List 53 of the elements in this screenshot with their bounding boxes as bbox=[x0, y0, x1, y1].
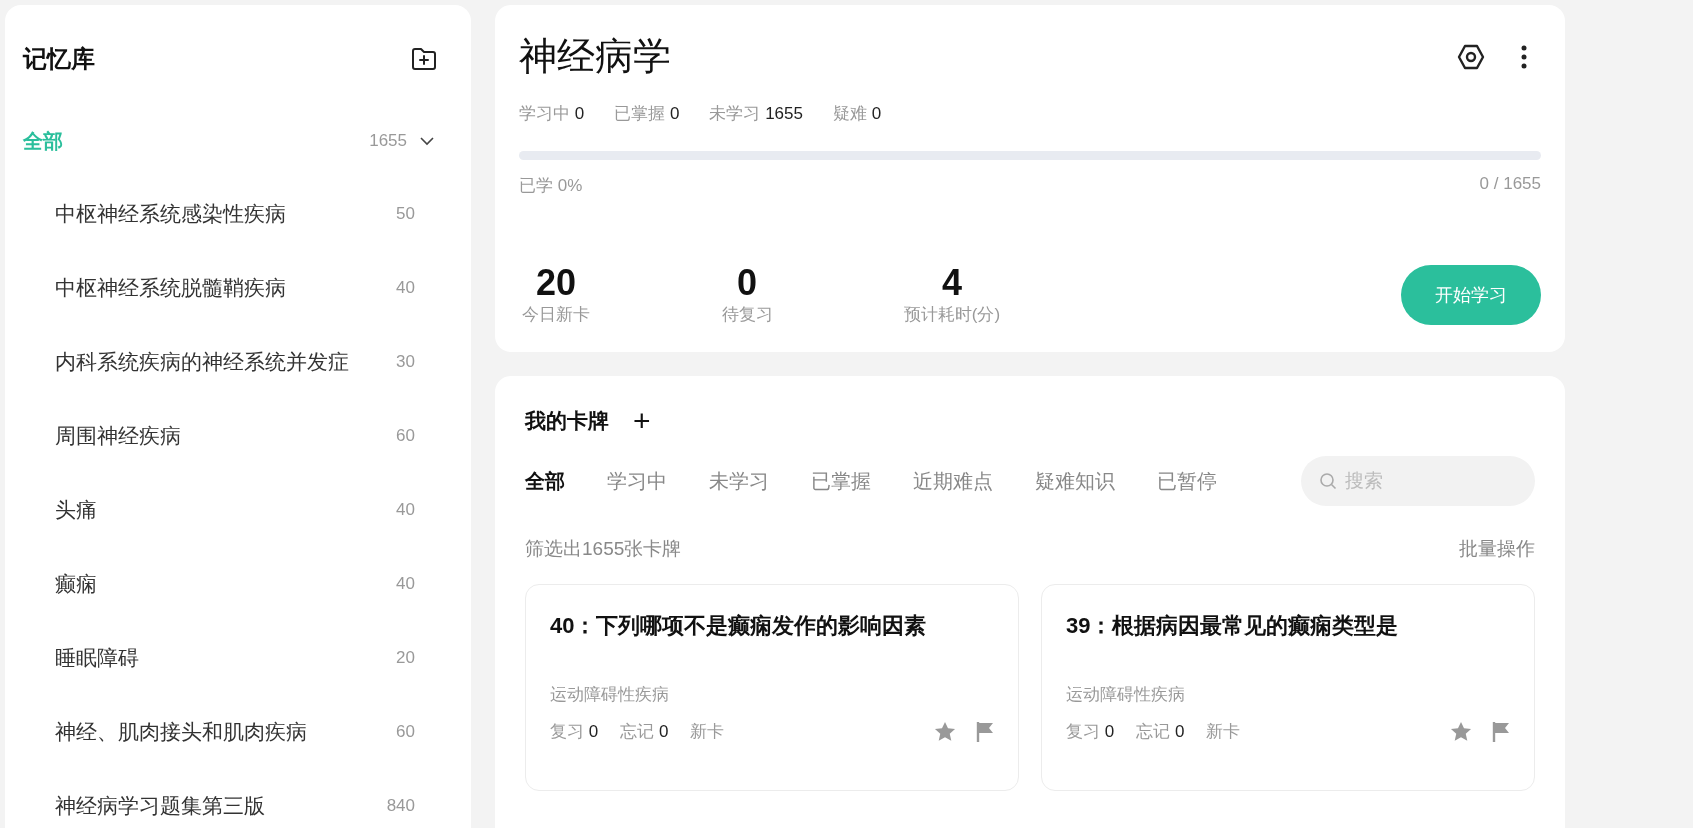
category-item[interactable]: 中枢神经系统感染性疾病 50 bbox=[5, 177, 471, 251]
card-status: 新卡 bbox=[690, 721, 725, 743]
filter-count: 筛选出1655张卡牌 bbox=[525, 537, 682, 561]
question-card[interactable]: 39：根据病因最常见的癫痫类型是 运动障碍性疾病 复习 0 忘记 0 新卡 bbox=[1041, 584, 1535, 791]
card-title: 40：下列哪项不是癫痫发作的影响因素 bbox=[550, 612, 928, 640]
forget-count: 忘记 0 bbox=[1136, 721, 1185, 743]
category-item[interactable]: 中枢神经系统脱髓鞘疾病 40 bbox=[5, 251, 471, 325]
filter-tab[interactable]: 未学习 bbox=[709, 467, 769, 495]
review-count: 复习 0 bbox=[1066, 721, 1115, 743]
filter-tab[interactable]: 已掌握 bbox=[811, 467, 871, 495]
panel-title: 我的卡牌 bbox=[525, 408, 609, 434]
filter-tab[interactable]: 近期难点 bbox=[913, 467, 993, 495]
deck-title: 神经病学 bbox=[519, 34, 671, 79]
filter-tab[interactable]: 疑难知识 bbox=[1035, 467, 1115, 495]
summary-label: 预计耗时(分) bbox=[903, 304, 1001, 326]
review-count: 复习 0 bbox=[550, 721, 599, 743]
category-item[interactable]: 神经、肌肉接头和肌肉疾病 60 bbox=[5, 695, 471, 769]
stat-label: 疑难 0 bbox=[832, 103, 882, 125]
card-category: 运动障碍性疾病 bbox=[550, 684, 670, 706]
card-category: 运动障碍性疾病 bbox=[1066, 684, 1186, 706]
sidebar-title: 记忆库 bbox=[23, 44, 95, 74]
summary-label: 待复习 bbox=[721, 304, 773, 326]
stat-label: 已掌握 0 bbox=[614, 103, 680, 125]
progress-reading: 0 / 1655 bbox=[1479, 174, 1541, 195]
question-card[interactable]: 40：下列哪项不是癫痫发作的影响因素 运动障碍性疾病 复习 0 忘记 0 新卡 bbox=[525, 584, 1019, 791]
stat-label: 学习中 0 bbox=[519, 103, 585, 125]
category-item[interactable]: 内科系统疾病的神经系统并发症 30 bbox=[5, 325, 471, 399]
more-icon[interactable] bbox=[1521, 44, 1527, 69]
card-title: 39：根据病因最常见的癫痫类型是 bbox=[1066, 612, 1400, 640]
flag-icon[interactable] bbox=[976, 720, 994, 743]
add-button[interactable]: + bbox=[633, 406, 651, 436]
summary-label: 今日新卡 bbox=[522, 304, 590, 326]
category-item[interactable]: 周围神经疾病 60 bbox=[5, 399, 471, 473]
star-icon[interactable] bbox=[934, 721, 956, 742]
star-icon[interactable] bbox=[1450, 721, 1472, 742]
category-item[interactable]: 睡眠障碍 20 bbox=[5, 621, 471, 695]
category-item[interactable]: 神经病学习题集第三版 840 bbox=[5, 769, 471, 828]
filter-tab[interactable]: 已暂停 bbox=[1157, 467, 1217, 495]
summary-value: 20 bbox=[535, 263, 576, 303]
add-folder-icon[interactable] bbox=[411, 47, 437, 71]
filter-tab[interactable]: 全部 bbox=[525, 467, 565, 495]
batch-button[interactable]: 批量操作 bbox=[1459, 536, 1535, 562]
category-item[interactable]: 头痛 40 bbox=[5, 473, 471, 547]
summary-value: 4 bbox=[942, 263, 962, 303]
filter-tab[interactable]: 学习中 bbox=[607, 467, 667, 495]
category-item[interactable]: 癫痫 40 bbox=[5, 547, 471, 621]
settings-icon[interactable] bbox=[1457, 43, 1485, 70]
summary-value: 0 bbox=[737, 263, 757, 303]
flag-icon[interactable] bbox=[1492, 720, 1510, 743]
forget-count: 忘记 0 bbox=[620, 721, 669, 743]
stat-label: 未学习 1655 bbox=[709, 103, 803, 125]
progress-label: 已学 0% bbox=[519, 175, 583, 197]
card-status: 新卡 bbox=[1206, 721, 1241, 743]
